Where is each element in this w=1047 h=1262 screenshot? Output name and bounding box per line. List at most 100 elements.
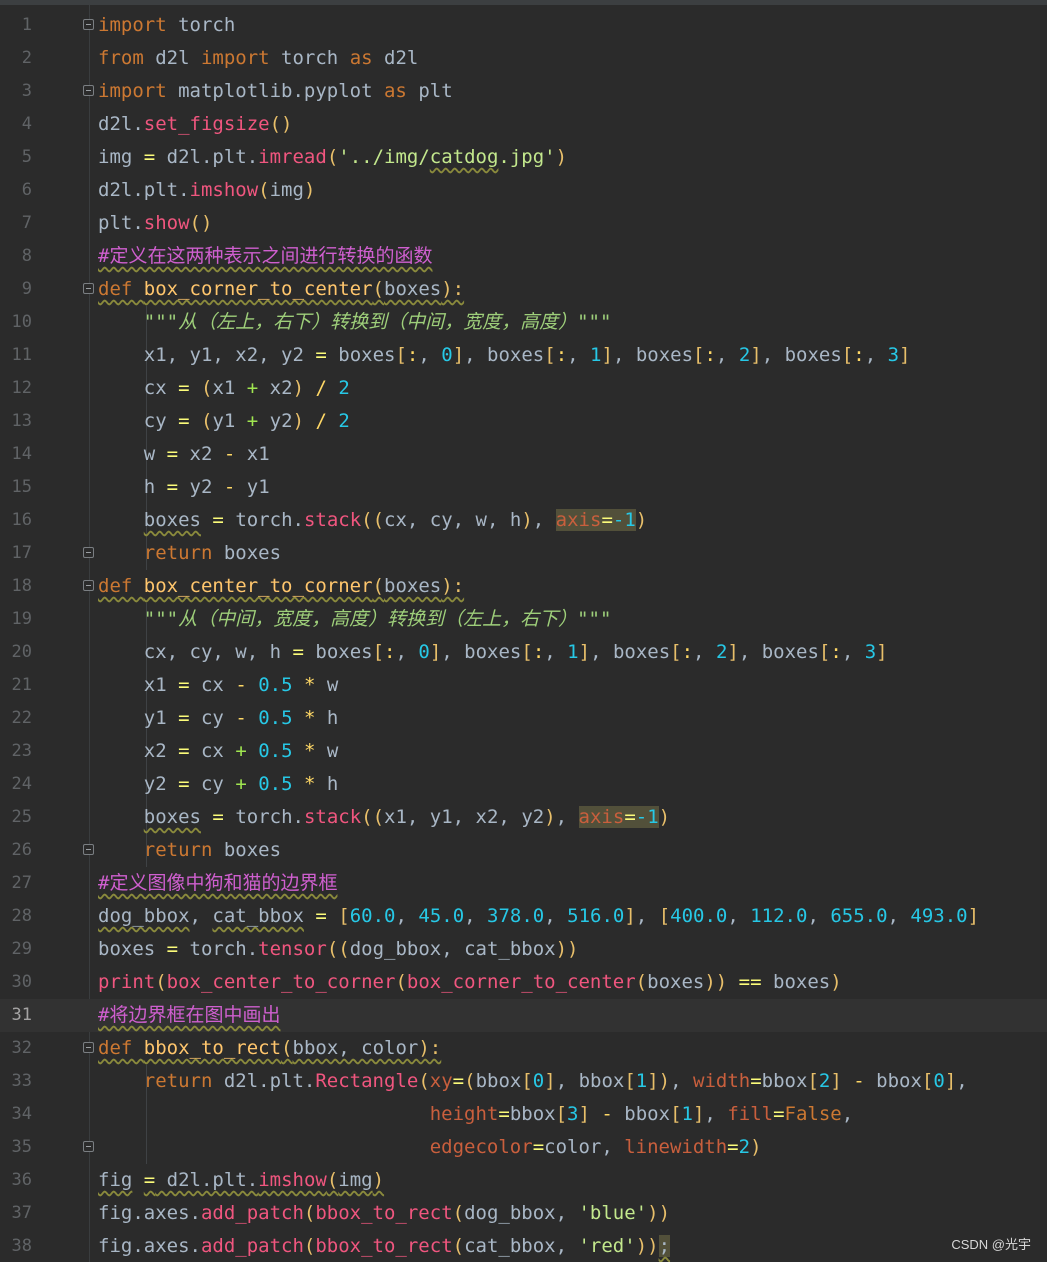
code-text[interactable]: return boxes — [98, 834, 281, 867]
code-line[interactable]: 28 dog_bbox, cat_bbox = [60.0, 45.0, 378.… — [0, 900, 1047, 933]
code-text[interactable]: cy = (y1 + y2) / 2 — [98, 405, 350, 438]
code-text[interactable]: y1 = cy - 0.5 * h — [98, 702, 339, 735]
code-line[interactable]: 3 import matplotlib.pyplot as plt — [0, 75, 1047, 108]
line-number: 3 — [21, 81, 32, 101]
code-text[interactable]: fig = d2l.plt.imshow(img) — [98, 1164, 384, 1197]
line-number: 16 — [11, 510, 32, 530]
code-line[interactable]: 5 img = d2l.plt.imread('../img/catdog.jpg… — [0, 141, 1047, 174]
fold-toggle-icon[interactable] — [83, 283, 94, 294]
code-text[interactable]: dog_bbox, cat_bbox = [60.0, 45.0, 378.0,… — [98, 900, 979, 933]
fold-toggle-icon[interactable] — [83, 1141, 94, 1152]
fold-toggle-icon[interactable] — [83, 19, 94, 30]
code-token: print — [98, 971, 156, 993]
code-line[interactable]: 36 fig = d2l.plt.imshow(img) — [0, 1164, 1047, 1197]
code-text[interactable]: """从（左上，右下）转换到（中间，宽度，高度）""" — [98, 306, 612, 339]
fold-toggle-icon[interactable] — [83, 580, 94, 591]
code-text[interactable]: """从（中间，宽度，高度）转换到（左上，右下）""" — [98, 603, 612, 636]
code-line[interactable]: 19 """从（中间，宽度，高度）转换到（左上，右下）""" — [0, 603, 1047, 636]
code-text[interactable]: def box_corner_to_center(boxes): — [98, 273, 464, 306]
code-text[interactable]: #定义在这两种表示之间进行转换的函数 — [98, 240, 432, 273]
code-line[interactable]: 17 return boxes — [0, 537, 1047, 570]
code-text[interactable]: x2 = cx + 0.5 * w — [98, 735, 339, 768]
code-text[interactable]: w = x2 - x1 — [98, 438, 270, 471]
fold-toggle-icon[interactable] — [83, 1042, 94, 1053]
code-text[interactable]: def box_center_to_corner(boxes): — [98, 570, 464, 603]
code-line[interactable]: 35 edgecolor=color, linewidth=2) — [0, 1131, 1047, 1164]
fold-toggle-icon[interactable] — [83, 844, 94, 855]
code-text[interactable]: d2l.plt.imshow(img) — [98, 174, 315, 207]
code-line[interactable]: 27 #定义图像中狗和猫的边界框 — [0, 867, 1047, 900]
code-line[interactable]: 7 plt.show() — [0, 207, 1047, 240]
code-text[interactable]: boxes = torch.stack((cx, cy, w, h), axis… — [98, 504, 647, 537]
code-line[interactable]: 21 x1 = cx - 0.5 * w — [0, 669, 1047, 702]
code-token: , — [864, 344, 888, 366]
code-line[interactable]: 12 cx = (x1 + x2) / 2 — [0, 372, 1047, 405]
code-text[interactable]: height=bbox[3] - bbox[1], fill=False, — [98, 1098, 853, 1131]
code-token: boxes — [143, 806, 201, 828]
code-token: , — [693, 641, 716, 663]
code-line[interactable]: 1 import torch — [0, 9, 1047, 42]
code-text[interactable]: print(box_center_to_corner(box_corner_to… — [98, 966, 842, 999]
code-line[interactable]: 32 def bbox_to_rect(bbox, color): — [0, 1032, 1047, 1065]
code-text[interactable]: #定义图像中狗和猫的边界框 — [98, 867, 337, 900]
code-line[interactable]: 23 x2 = cx + 0.5 * w — [0, 735, 1047, 768]
code-line[interactable]: 33 return d2l.plt.Rectangle(xy=(bbox[0],… — [0, 1065, 1047, 1098]
code-text[interactable]: import matplotlib.pyplot as plt — [98, 75, 453, 108]
code-text[interactable]: x1 = cx - 0.5 * w — [98, 669, 339, 702]
code-text[interactable]: from d2l import torch as d2l — [98, 42, 418, 75]
code-text[interactable]: x1, y1, x2, y2 = boxes[:, 0], boxes[:, 1… — [98, 339, 911, 372]
code-text[interactable]: fig.axes.add_patch(bbox_to_rect(dog_bbox… — [98, 1197, 670, 1230]
code-text[interactable]: cx, cy, w, h = boxes[:, 0], boxes[:, 1],… — [98, 636, 888, 669]
code-line[interactable]: 13 cy = (y1 + y2) / 2 — [0, 405, 1047, 438]
code-token: , — [635, 905, 659, 927]
code-line[interactable]: 20 cx, cy, w, h = boxes[:, 0], boxes[:, … — [0, 636, 1047, 669]
code-text[interactable]: return boxes — [98, 537, 281, 570]
code-text[interactable]: import torch — [98, 9, 235, 42]
code-line[interactable]: 18 def box_center_to_corner(boxes): — [0, 570, 1047, 603]
code-text[interactable]: boxes = torch.stack((x1, y1, x2, y2), ax… — [98, 801, 670, 834]
code-token: imshow — [258, 1169, 327, 1191]
code-line[interactable]: 16 boxes = torch.stack((cx, cy, w, h), a… — [0, 504, 1047, 537]
code-line[interactable]: 6 d2l.plt.imshow(img) — [0, 174, 1047, 207]
code-line[interactable]: 37 fig.axes.add_patch(bbox_to_rect(dog_bb… — [0, 1197, 1047, 1230]
code-text[interactable]: edgecolor=color, linewidth=2) — [98, 1131, 762, 1164]
code-line[interactable]: 14 w = x2 - x1 — [0, 438, 1047, 471]
code-line[interactable]: 22 y1 = cy - 0.5 * h — [0, 702, 1047, 735]
code-text[interactable]: y2 = cy + 0.5 * h — [98, 768, 339, 801]
code-text[interactable]: img = d2l.plt.imread('../img/catdog.jpg'… — [98, 141, 567, 174]
code-text[interactable]: boxes = torch.tensor((dog_bbox, cat_bbox… — [98, 933, 579, 966]
code-token: = — [178, 773, 190, 795]
code-line[interactable]: 9 def box_corner_to_center(boxes): — [0, 273, 1047, 306]
code-token: : — [532, 641, 545, 663]
fold-toggle-icon[interactable] — [83, 547, 94, 558]
code-line[interactable]: 31 #将边界框在图中画出 — [0, 999, 1047, 1032]
code-text[interactable]: #将边界框在图中画出 — [98, 999, 280, 1032]
code-line[interactable]: 11 x1, y1, x2, y2 = boxes[:, 0], boxes[:… — [0, 339, 1047, 372]
code-text[interactable]: plt.show() — [98, 207, 212, 240]
code-line[interactable]: 2 from d2l import torch as d2l — [0, 42, 1047, 75]
code-token: [ — [544, 344, 556, 366]
code-text[interactable]: h = y2 - y1 — [98, 471, 270, 504]
code-token: w — [143, 443, 167, 465]
code-text[interactable]: def bbox_to_rect(bbox, color): — [98, 1032, 441, 1065]
code-text[interactable]: fig.axes.add_patch(bbox_to_rect(cat_bbox… — [98, 1230, 671, 1262]
code-line[interactable]: 30 print(box_center_to_corner(box_corner_… — [0, 966, 1047, 999]
code-line[interactable]: 4 d2l.set_figsize() — [0, 108, 1047, 141]
code-text[interactable]: d2l.set_figsize() — [98, 108, 293, 141]
code-line[interactable]: 8 #定义在这两种表示之间进行转换的函数 — [0, 240, 1047, 273]
code-line[interactable]: 10 """从（左上，右下）转换到（中间，宽度，高度）""" — [0, 306, 1047, 339]
fold-toggle-icon[interactable] — [83, 85, 94, 96]
code-line[interactable]: 26 return boxes — [0, 834, 1047, 867]
code-token: set_figsize — [143, 113, 270, 135]
code-line[interactable]: 34 height=bbox[3] - bbox[1], fill=False, — [0, 1098, 1047, 1131]
code-lines[interactable]: 1 import torch 2 from d2l import torch as d… — [0, 9, 1047, 1262]
code-editor[interactable]: 1 import torch 2 from d2l import torch as d… — [0, 0, 1047, 1262]
code-text[interactable]: cx = (x1 + x2) / 2 — [98, 372, 350, 405]
code-line[interactable]: 15 h = y2 - y1 — [0, 471, 1047, 504]
code-line[interactable]: 24 y2 = cy + 0.5 * h — [0, 768, 1047, 801]
code-line[interactable]: 25 boxes = torch.stack((x1, y1, x2, y2),… — [0, 801, 1047, 834]
code-line[interactable]: 29 boxes = torch.tensor((dog_bbox, cat_bb… — [0, 933, 1047, 966]
code-text[interactable]: return d2l.plt.Rectangle(xy=(bbox[0], bb… — [98, 1065, 968, 1098]
code-line[interactable]: 38 fig.axes.add_patch(bbox_to_rect(cat_bb… — [0, 1230, 1047, 1262]
